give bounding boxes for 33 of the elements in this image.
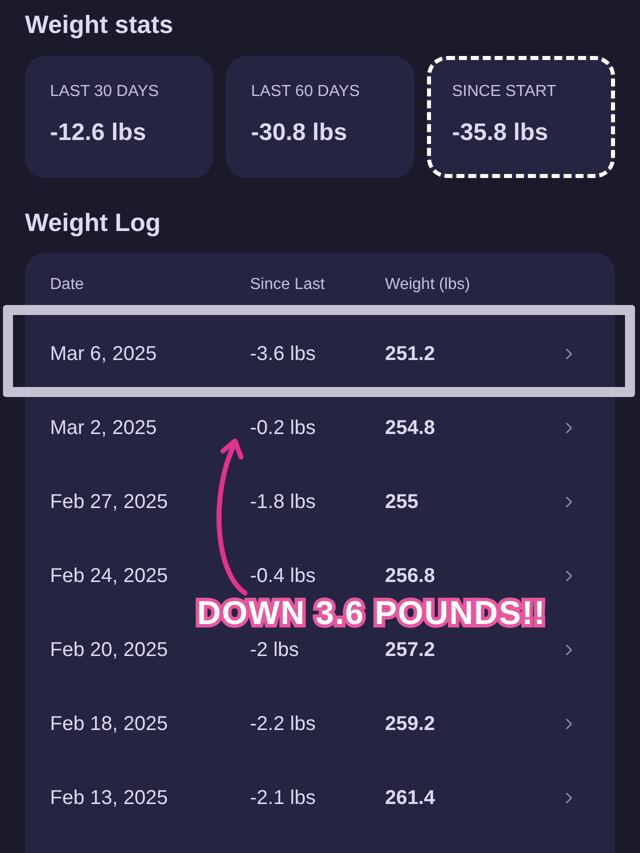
weight-cell-text: 251.2: [385, 342, 436, 367]
change-cell-text: -2.2 lbs: [250, 712, 317, 737]
weight-cell-text: 255: [385, 490, 420, 515]
change-cell-text: -1.8 lbs: [250, 490, 317, 515]
change-cell-text: -2 lbs: [250, 638, 300, 663]
date-cell-text: Feb 18, 2025: [50, 712, 169, 737]
weight-cell-text: 257.2: [385, 638, 436, 663]
stat-label: SINCE START: [452, 82, 558, 102]
column-header: Weight (lbs): [385, 275, 470, 295]
weight-cell-text: 256.8: [385, 564, 436, 589]
stat-label: LAST 60 DAYS: [251, 82, 361, 102]
column-header: Date: [50, 275, 85, 295]
stat-value: -30.8 lbs: [251, 118, 348, 148]
date-cell-text: Feb 24, 2025: [50, 564, 169, 589]
weight-cell-text: 261.4: [385, 786, 436, 811]
date-cell-text: Feb 20, 2025: [50, 638, 169, 663]
section-title: Weight Log: [25, 208, 162, 238]
callout-text: DOWN 3.6 POUNDS!!: [197, 594, 546, 632]
stat-value: -12.6 lbs: [50, 118, 148, 148]
change-cell-text: -2.1 lbs: [250, 786, 317, 811]
stat-value: -35.8 lbs: [452, 118, 550, 148]
change-cell-text: -0.4 lbs: [250, 564, 317, 589]
weight-cell-text: 254.8: [385, 416, 436, 441]
date-cell-text: Mar 6, 2025: [50, 342, 158, 367]
column-header: Since Last: [250, 275, 326, 295]
date-cell-text: Mar 2, 2025: [50, 416, 158, 441]
change-cell-text: -3.6 lbs: [250, 342, 317, 367]
weight-cell-text: 259.2: [385, 712, 436, 737]
section-title: Weight stats: [25, 10, 174, 40]
date-cell-text: Feb 13, 2025: [50, 786, 169, 811]
change-cell-text: -0.2 lbs: [250, 416, 317, 441]
date-cell-text: Feb 27, 2025: [50, 490, 169, 515]
stat-label: LAST 30 DAYS: [50, 82, 160, 102]
